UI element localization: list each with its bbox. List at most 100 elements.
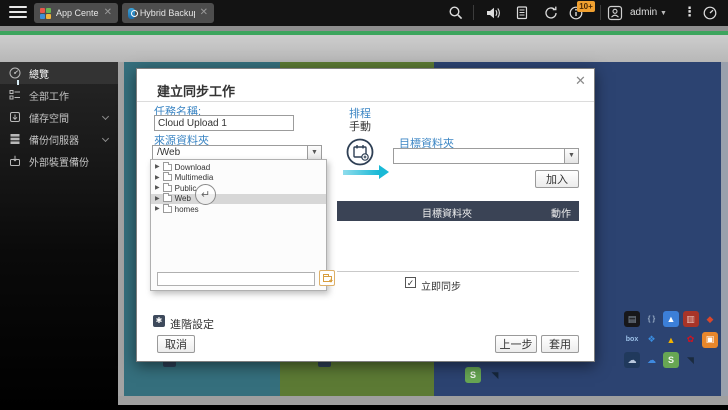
tree-row-label: Multimedia (174, 173, 214, 183)
s3-storage-icon: S (663, 352, 679, 368)
storage-icon (10, 112, 20, 122)
apply-button[interactable]: 套用 (541, 335, 579, 353)
expand-arrow-icon[interactable]: ▶ (155, 175, 160, 181)
tree-row-multimedia[interactable]: ▶ Multimedia (151, 172, 326, 184)
dropbox-icon: ❖ (647, 334, 656, 344)
sync-now-label: 立即同步 (421, 282, 461, 293)
taskbar-tab-hbs[interactable]: Hybrid Backup Sync... ✕ (122, 3, 214, 23)
background-tasks-icon[interactable] (514, 5, 530, 21)
qts-desktop: App Center ✕ Hybrid Backup Sync... ✕ 10+ ad… (0, 0, 728, 410)
window-bottom-edge (118, 396, 728, 405)
click-indicator-icon: ↵ (195, 184, 216, 205)
target-folder-select[interactable]: ▼ (393, 148, 579, 164)
overview-icon (9, 67, 21, 79)
sidebar-item-jobs[interactable]: 全部工作 (0, 84, 118, 106)
tree-row-label: Download (174, 162, 211, 172)
nas-device-icon: ▤ (624, 311, 640, 327)
advanced-settings-icon[interactable]: ✱ (153, 315, 165, 327)
folder-icon (162, 161, 172, 171)
folder-icon (162, 182, 172, 192)
sync-now-checkbox[interactable]: ✓ (405, 277, 416, 288)
sidebar-item-server[interactable]: 備份伺服器 (0, 128, 118, 150)
tree-row-label: Public (174, 183, 197, 193)
tree-row-web[interactable]: ▶ Web (151, 193, 326, 204)
folder-path-input[interactable] (157, 272, 315, 286)
hbs-icon (128, 7, 138, 19)
app-titlebar: 混合型備份與同步中心 ⋮ (0, 35, 728, 94)
admin-user-menu[interactable]: admin ▼ (630, 7, 667, 18)
create-sync-job-dialog: 建立同步工作 ✕ 任務名稱: 排程 手動 來源資料夾 /Web▼ 目標資料夾 ▼… (136, 68, 595, 362)
content-scrollbar[interactable] (721, 62, 728, 396)
notification-badge: 10+ (577, 1, 595, 12)
taskbar-separator (600, 5, 601, 20)
chevron-down-icon: ▼ (564, 149, 578, 163)
task-name-input[interactable] (154, 115, 294, 131)
tree-row-download[interactable]: ▶ Download (151, 161, 326, 173)
user-icon[interactable] (607, 5, 623, 21)
close-icon[interactable]: ✕ (575, 73, 586, 89)
jobs-icon (9, 90, 20, 100)
column-action: 動作 (551, 209, 571, 220)
external-icon (10, 155, 20, 166)
resource-monitor-icon[interactable] (702, 5, 718, 21)
alibaba-cloud-icon: ▲ (663, 311, 679, 327)
google-drive-icon: ▲ (666, 334, 676, 345)
expand-arrow-icon[interactable]: ▶ (155, 196, 160, 202)
taskbar-tab-app-center[interactable]: App Center ✕ (34, 3, 118, 23)
column-target-folder: 目標資料夾 (422, 209, 472, 220)
advanced-settings-label: 進階設定 (170, 319, 214, 331)
partial-icon (163, 362, 176, 367)
app-sidebar: 總覽全部工作儲存空間備份伺服器外部裝置備份 (0, 62, 118, 410)
add-pair-button[interactable]: 加入 (535, 170, 579, 188)
tab-label: App Center (56, 8, 99, 18)
volume-icon[interactable] (485, 5, 501, 21)
app-center-icon (40, 7, 51, 19)
car-cloud-icon: ☁ (624, 352, 640, 368)
close-icon[interactable]: ✕ (104, 8, 112, 18)
huawei-icon: ✿ (686, 334, 695, 344)
jd-cloud-icon: ▣ (702, 331, 718, 348)
search-icon[interactable] (448, 5, 464, 21)
cancel-button[interactable]: 取消 (157, 335, 195, 353)
create-folder-button[interactable]: + (319, 270, 335, 286)
code-brackets-icon: { } (647, 315, 656, 323)
expand-arrow-icon[interactable]: ▶ (155, 164, 160, 170)
more-options-icon[interactable]: ⋮ (683, 4, 696, 20)
tree-row-label: homes (174, 204, 199, 214)
yacht-icon: ◥ (491, 369, 499, 380)
desktop-taskbar: App Center ✕ Hybrid Backup Sync... ✕ 10+ ad… (0, 0, 728, 26)
table-body-empty (337, 221, 579, 272)
main-menu-icon[interactable] (9, 6, 27, 20)
update-icon[interactable] (543, 5, 559, 21)
sidebar-item-label: 全部工作 (29, 91, 69, 103)
yacht-icon: ◥ (687, 354, 694, 365)
folder-icon (162, 203, 172, 213)
dialog-divider (137, 101, 594, 102)
chevron-down-icon: ▼ (660, 10, 667, 17)
back-button[interactable]: 上一步 (495, 335, 537, 353)
expand-arrow-icon[interactable]: ▶ (155, 206, 160, 212)
sidebar-item-external[interactable]: 外部裝置備份 (0, 150, 118, 172)
chevron-down-icon (101, 134, 110, 143)
close-icon[interactable]: ✕ (200, 8, 208, 18)
sidebar-item-storage[interactable]: 儲存空間 (0, 106, 118, 128)
dialog-title: 建立同步工作 (157, 84, 236, 99)
partial-icon (318, 362, 331, 367)
server-icon (10, 134, 20, 144)
box-icon: box (625, 336, 639, 343)
tree-row-public[interactable]: ▶ Public (151, 182, 326, 194)
tree-row-label: Web (174, 194, 191, 204)
folder-icon (162, 172, 172, 182)
source-to-target-arrow (343, 165, 389, 179)
sidebar-item-label: 備份伺服器 (29, 135, 79, 147)
folder-pair-table: 目標資料夾 動作 (337, 201, 579, 272)
red-archive-icon: ▥ (682, 311, 699, 327)
expand-arrow-icon[interactable]: ▶ (155, 185, 160, 191)
onedrive-icon: ☁ (647, 354, 656, 365)
schedule-value: 手動 (349, 121, 371, 133)
sidebar-item-label: 總覽 (29, 69, 49, 81)
tree-row-homes[interactable]: ▶ homes (151, 203, 326, 215)
flame-icon: ◆ (706, 313, 714, 324)
sidebar-item-label: 儲存空間 (29, 113, 69, 125)
folder-icon (162, 193, 172, 203)
